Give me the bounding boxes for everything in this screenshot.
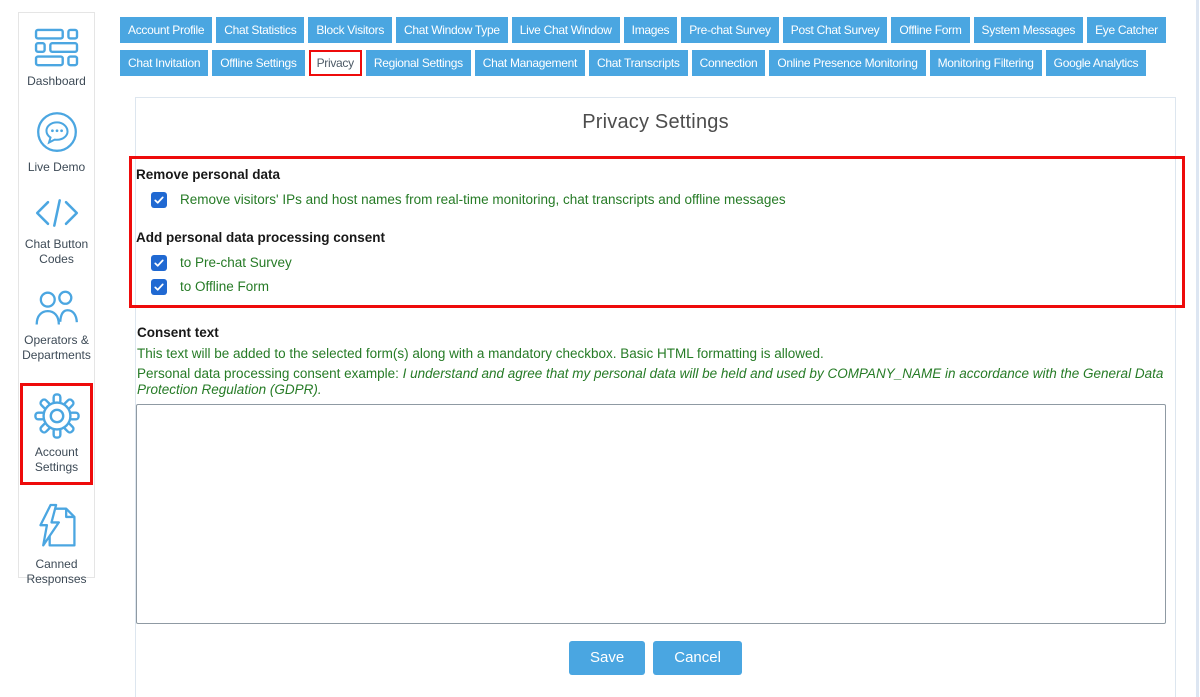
- sidebar-item-label: Account Settings: [24, 445, 89, 474]
- consent-prechat-row: to Pre-chat Survey: [151, 255, 1182, 271]
- sidebar-item-label: Canned Responses: [20, 557, 93, 586]
- tab-privacy[interactable]: Privacy: [309, 50, 362, 76]
- users-icon: [33, 287, 81, 327]
- tab-system-messages[interactable]: System Messages: [974, 17, 1084, 43]
- consent-offline-row: to Offline Form: [151, 279, 1182, 295]
- tab-images[interactable]: Images: [624, 17, 678, 43]
- save-button[interactable]: Save: [569, 641, 645, 675]
- example-prefix: Personal data processing consent example…: [137, 366, 403, 381]
- remove-ips-checkbox[interactable]: [151, 192, 167, 208]
- consent-prechat-checkbox[interactable]: [151, 255, 167, 271]
- privacy-settings-panel: Privacy Settings Remove personal data Re…: [135, 97, 1176, 697]
- sidebar-item-label: Chat Button Codes: [20, 237, 93, 266]
- highlighted-settings-annotation: Remove personal data Remove visitors' IP…: [129, 156, 1185, 308]
- speech-bubble-icon: [35, 110, 79, 154]
- consent-prechat-label: to Pre-chat Survey: [180, 255, 292, 271]
- sidebar-item-label: Operators & Departments: [20, 333, 93, 362]
- tab-chat-transcripts[interactable]: Chat Transcripts: [589, 50, 688, 76]
- tab-eye-catcher[interactable]: Eye Catcher: [1087, 17, 1166, 43]
- sidebar-item-live-demo[interactable]: Live Demo: [20, 110, 93, 175]
- remove-personal-data-heading: Remove personal data: [136, 166, 1182, 183]
- page-title: Privacy Settings: [136, 111, 1175, 134]
- sidebar-item-chat-button-codes[interactable]: Chat Button Codes: [20, 195, 93, 266]
- consent-text-section: Consent text This text will be added to …: [136, 324, 1175, 624]
- lightning-page-icon: [35, 503, 79, 551]
- dashboard-icon: [34, 28, 80, 68]
- tab-pre-chat-survey[interactable]: Pre-chat Survey: [681, 17, 779, 43]
- gear-icon: [34, 393, 80, 439]
- consent-offline-label: to Offline Form: [180, 279, 269, 295]
- sidebar-item-canned-responses[interactable]: Canned Responses: [20, 503, 93, 586]
- consent-text-description: This text will be added to the selected …: [137, 346, 1174, 363]
- tabs-row-1: Account ProfileChat StatisticsBlock Visi…: [120, 17, 1188, 43]
- consent-text-heading: Consent text: [137, 324, 1174, 341]
- tab-chat-statistics[interactable]: Chat Statistics: [216, 17, 304, 43]
- tab-live-chat-window[interactable]: Live Chat Window: [512, 17, 620, 43]
- tabs-row-2: Chat InvitationOffline SettingsPrivacyRe…: [120, 50, 1188, 76]
- consent-offline-checkbox[interactable]: [151, 279, 167, 295]
- form-actions: Save Cancel: [136, 641, 1175, 675]
- remove-ips-label: Remove visitors' IPs and host names from…: [180, 192, 786, 208]
- tab-block-visitors[interactable]: Block Visitors: [308, 17, 392, 43]
- sidebar-item-label: Dashboard: [27, 74, 86, 89]
- remove-ips-row: Remove visitors' IPs and host names from…: [151, 192, 1182, 208]
- cancel-button[interactable]: Cancel: [653, 641, 742, 675]
- tab-regional-settings[interactable]: Regional Settings: [366, 50, 471, 76]
- tab-chat-management[interactable]: Chat Management: [475, 50, 585, 76]
- sidebar: Dashboard Live Demo Chat Button Codes: [18, 12, 95, 578]
- add-consent-heading: Add personal data processing consent: [136, 229, 1182, 246]
- sidebar-item-operators-departments[interactable]: Operators & Departments: [20, 287, 93, 362]
- tab-chat-invitation[interactable]: Chat Invitation: [120, 50, 208, 76]
- tab-chat-window-type[interactable]: Chat Window Type: [396, 17, 508, 43]
- tab-google-analytics[interactable]: Google Analytics: [1046, 50, 1147, 76]
- consent-textarea[interactable]: [136, 404, 1166, 624]
- tab-connection[interactable]: Connection: [692, 50, 766, 76]
- sidebar-item-label: Live Demo: [28, 160, 85, 175]
- sidebar-item-dashboard[interactable]: Dashboard: [20, 28, 93, 89]
- tab-account-profile[interactable]: Account Profile: [120, 17, 212, 43]
- tab-monitoring-filtering[interactable]: Monitoring Filtering: [930, 50, 1042, 76]
- settings-tabs: Account ProfileChat StatisticsBlock Visi…: [120, 17, 1188, 76]
- consent-text-example: Personal data processing consent example…: [137, 366, 1167, 399]
- tab-offline-form[interactable]: Offline Form: [891, 17, 969, 43]
- sidebar-item-account-settings[interactable]: Account Settings: [20, 383, 93, 485]
- page-right-edge: [1196, 0, 1199, 697]
- tab-offline-settings[interactable]: Offline Settings: [212, 50, 304, 76]
- code-icon: [34, 195, 80, 231]
- tab-post-chat-survey[interactable]: Post Chat Survey: [783, 17, 888, 43]
- tab-online-presence-monitoring[interactable]: Online Presence Monitoring: [769, 50, 925, 76]
